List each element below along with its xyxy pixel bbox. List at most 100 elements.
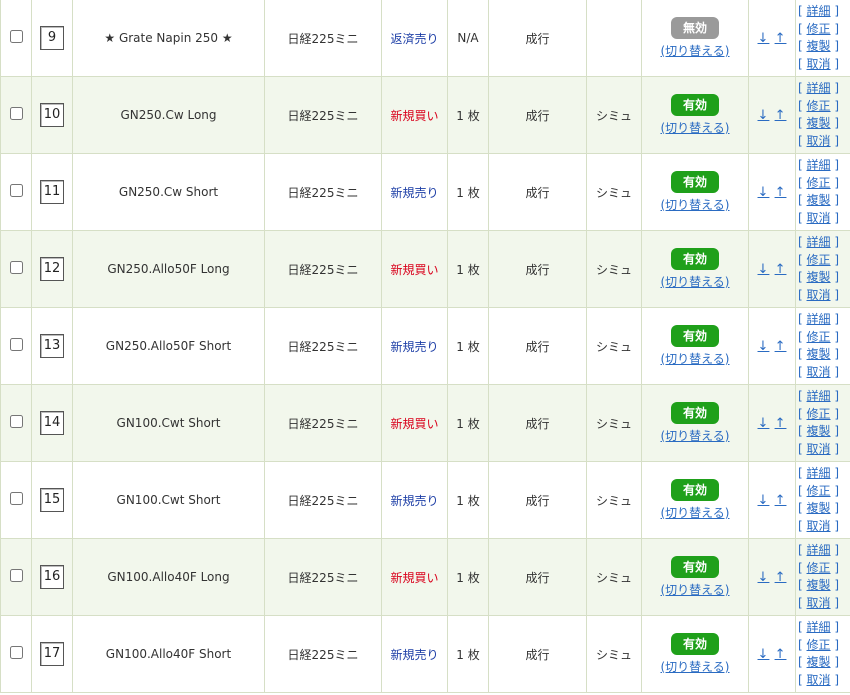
order-number-box[interactable]: 9	[40, 26, 64, 50]
move-down-icon[interactable]: ↓	[758, 108, 770, 123]
toggle-status-link[interactable]: (切り替える)	[643, 427, 748, 444]
order-number-box[interactable]: 17	[40, 642, 64, 666]
move-down-icon[interactable]: ↓	[758, 339, 770, 354]
cancel-link[interactable]: 取消	[807, 442, 831, 456]
copy-link[interactable]: 複製	[807, 270, 831, 284]
detail-link[interactable]: 詳細	[807, 158, 831, 172]
toggle-status-link[interactable]: (切り替える)	[643, 581, 748, 598]
cancel-link[interactable]: 取消	[807, 288, 831, 302]
trade-side: 新規買い	[381, 384, 448, 462]
move-down-icon[interactable]: ↓	[758, 493, 770, 508]
move-down-icon[interactable]: ↓	[758, 185, 770, 200]
trade-side: 新規買い	[381, 230, 448, 308]
toggle-status-link[interactable]: (切り替える)	[643, 658, 748, 675]
toggle-status-link[interactable]: (切り替える)	[643, 350, 748, 367]
row-select-checkbox[interactable]	[9, 569, 23, 582]
order-cell: 17	[31, 615, 73, 693]
status-badge: 有効	[671, 325, 719, 347]
move-up-icon[interactable]: ↑	[775, 493, 787, 508]
edit-link[interactable]: 修正	[807, 638, 831, 652]
copy-link[interactable]: 複製	[807, 424, 831, 438]
edit-link[interactable]: 修正	[807, 561, 831, 575]
table-row: 11 GN250.Cw Short 日経225ミニ 新規売り 1 枚 成行 シミ…	[0, 153, 850, 231]
copy-link[interactable]: 複製	[807, 116, 831, 130]
detail-link[interactable]: 詳細	[807, 620, 831, 634]
edit-link[interactable]: 修正	[807, 330, 831, 344]
row-select-checkbox[interactable]	[9, 107, 23, 120]
market-name: 日経225ミニ	[264, 230, 382, 308]
move-up-icon[interactable]: ↑	[775, 262, 787, 277]
order-number-box[interactable]: 11	[40, 180, 64, 204]
copy-link[interactable]: 複製	[807, 39, 831, 53]
run-mode: シミュ	[586, 384, 642, 462]
cancel-link[interactable]: 取消	[807, 211, 831, 225]
move-down-icon[interactable]: ↓	[758, 647, 770, 662]
status-cell: 有効 (切り替える)	[641, 538, 749, 616]
move-down-icon[interactable]: ↓	[758, 31, 770, 46]
copy-link[interactable]: 複製	[807, 347, 831, 361]
move-down-icon[interactable]: ↓	[758, 570, 770, 585]
detail-link[interactable]: 詳細	[807, 312, 831, 326]
row-select-checkbox[interactable]	[9, 492, 23, 505]
quantity: 1 枚	[447, 76, 489, 154]
toggle-status-link[interactable]: (切り替える)	[643, 504, 748, 521]
detail-link[interactable]: 詳細	[807, 466, 831, 480]
move-down-icon[interactable]: ↓	[758, 262, 770, 277]
quantity: 1 枚	[447, 153, 489, 231]
toggle-status-link[interactable]: (切り替える)	[643, 273, 748, 290]
detail-link[interactable]: 詳細	[807, 81, 831, 95]
order-number-box[interactable]: 12	[40, 257, 64, 281]
move-up-icon[interactable]: ↑	[775, 647, 787, 662]
move-up-icon[interactable]: ↑	[775, 416, 787, 431]
edit-link[interactable]: 修正	[807, 407, 831, 421]
edit-link[interactable]: 修正	[807, 253, 831, 267]
detail-link[interactable]: 詳細	[807, 543, 831, 557]
copy-link[interactable]: 複製	[807, 501, 831, 515]
edit-link[interactable]: 修正	[807, 484, 831, 498]
copy-link[interactable]: 複製	[807, 655, 831, 669]
cancel-link[interactable]: 取消	[807, 673, 831, 687]
execution-type: 成行	[488, 0, 587, 77]
row-select-checkbox[interactable]	[9, 415, 23, 428]
move-up-icon[interactable]: ↑	[775, 339, 787, 354]
move-up-icon[interactable]: ↑	[775, 108, 787, 123]
detail-link[interactable]: 詳細	[807, 389, 831, 403]
row-select-checkbox[interactable]	[9, 184, 23, 197]
toggle-status-link[interactable]: (切り替える)	[643, 42, 748, 59]
strategy-name: GN100.Cwt Short	[72, 384, 265, 462]
status-cell: 有効 (切り替える)	[641, 153, 749, 231]
order-number-box[interactable]: 16	[40, 565, 64, 589]
edit-link[interactable]: 修正	[807, 22, 831, 36]
row-select-checkbox[interactable]	[9, 646, 23, 659]
detail-link[interactable]: 詳細	[807, 235, 831, 249]
move-up-icon[interactable]: ↑	[775, 185, 787, 200]
cancel-link[interactable]: 取消	[807, 57, 831, 71]
cancel-link[interactable]: 取消	[807, 365, 831, 379]
trade-side: 新規売り	[381, 153, 448, 231]
execution-type: 成行	[488, 615, 587, 693]
cancel-link[interactable]: 取消	[807, 519, 831, 533]
status-cell: 有効 (切り替える)	[641, 230, 749, 308]
copy-link[interactable]: 複製	[807, 193, 831, 207]
cancel-link[interactable]: 取消	[807, 134, 831, 148]
market-name: 日経225ミニ	[264, 615, 382, 693]
detail-link[interactable]: 詳細	[807, 4, 831, 18]
toggle-status-link[interactable]: (切り替える)	[643, 196, 748, 213]
row-select-checkbox[interactable]	[9, 338, 23, 351]
copy-link[interactable]: 複製	[807, 578, 831, 592]
order-number-box[interactable]: 14	[40, 411, 64, 435]
toggle-status-link[interactable]: (切り替える)	[643, 119, 748, 136]
row-select-checkbox[interactable]	[9, 30, 23, 43]
move-up-icon[interactable]: ↑	[775, 570, 787, 585]
row-select-checkbox[interactable]	[9, 261, 23, 274]
order-number-box[interactable]: 15	[40, 488, 64, 512]
move-up-icon[interactable]: ↑	[775, 31, 787, 46]
edit-link[interactable]: 修正	[807, 176, 831, 190]
order-number-box[interactable]: 13	[40, 334, 64, 358]
market-name: 日経225ミニ	[264, 0, 382, 77]
strategy-table: 9 ★ Grate Napin 250 ★ 日経225ミニ 返済売り N/A 成…	[0, 0, 850, 693]
order-number-box[interactable]: 10	[40, 103, 64, 127]
cancel-link[interactable]: 取消	[807, 596, 831, 610]
edit-link[interactable]: 修正	[807, 99, 831, 113]
move-down-icon[interactable]: ↓	[758, 416, 770, 431]
